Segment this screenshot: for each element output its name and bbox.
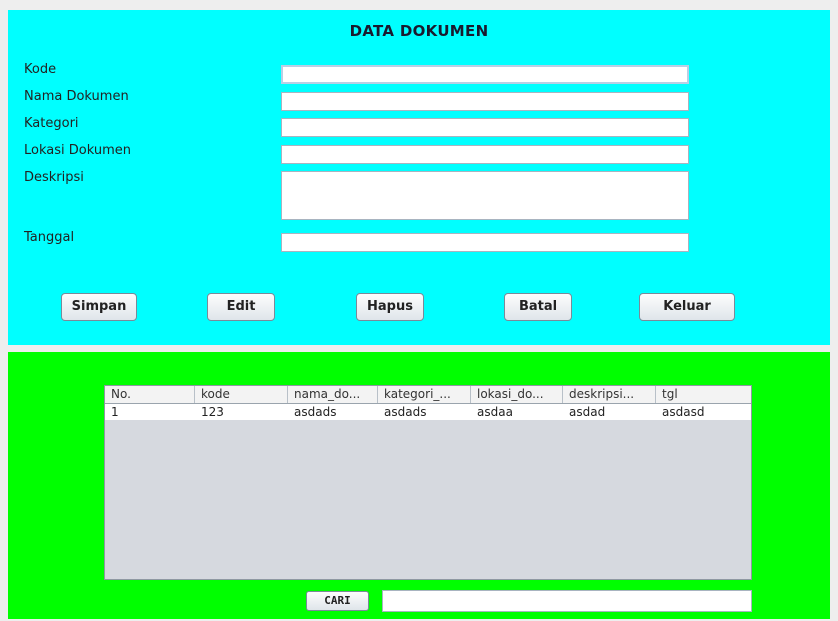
- column-header-kategori[interactable]: kategori_...: [378, 386, 471, 403]
- batal-button[interactable]: Batal: [504, 293, 572, 321]
- table-cell-no: 1: [111, 405, 119, 419]
- kategori-field[interactable]: [281, 118, 689, 137]
- edit-button[interactable]: Edit: [207, 293, 275, 321]
- kategori-label: Kategori: [24, 116, 79, 131]
- table-cell-nama-dokumen: asdads: [294, 405, 337, 419]
- simpan-button[interactable]: Simpan: [61, 293, 137, 321]
- table-cell-kode: 123: [201, 405, 224, 419]
- form-panel: DATA DOKUMEN Kode Nama Dokumen Kategori …: [8, 10, 830, 345]
- table-cell-lokasi-dokumen: asdaa: [477, 405, 513, 419]
- data-table[interactable]: No. kode nama_do... kategori_... lokasi_…: [104, 385, 752, 580]
- kode-field[interactable]: [281, 65, 689, 84]
- cari-button[interactable]: CARI: [306, 591, 369, 611]
- table-cell-deskripsi: asdad: [569, 405, 606, 419]
- nama-dokumen-field[interactable]: [281, 92, 689, 111]
- column-header-nama-dokumen[interactable]: nama_do...: [288, 386, 378, 403]
- table-header: No. kode nama_do... kategori_... lokasi_…: [105, 386, 751, 404]
- tanggal-label: Tanggal: [24, 230, 75, 245]
- keluar-button[interactable]: Keluar: [639, 293, 735, 321]
- column-header-tgl[interactable]: tgl: [656, 386, 751, 403]
- table-row[interactable]: 1 123 asdads asdads asdaa asdad asdasd: [105, 404, 751, 420]
- nama-dokumen-label: Nama Dokumen: [24, 89, 129, 104]
- deskripsi-field[interactable]: [281, 171, 689, 220]
- lokasi-dokumen-field[interactable]: [281, 145, 689, 164]
- lokasi-dokumen-label: Lokasi Dokumen: [24, 143, 131, 158]
- kode-label: Kode: [24, 62, 57, 77]
- search-input[interactable]: [382, 590, 752, 612]
- column-header-kode[interactable]: kode: [195, 386, 288, 403]
- column-header-deskripsi[interactable]: deskripsi...: [563, 386, 656, 403]
- data-panel: No. kode nama_do... kategori_... lokasi_…: [8, 352, 830, 619]
- tanggal-field[interactable]: [281, 233, 689, 252]
- table-cell-kategori: asdads: [384, 405, 427, 419]
- page-title: DATA DOKUMEN: [349, 22, 489, 40]
- table-cell-tgl: asdasd: [662, 405, 705, 419]
- column-header-lokasi-dokumen[interactable]: lokasi_do...: [471, 386, 563, 403]
- column-header-no[interactable]: No.: [105, 386, 195, 403]
- deskripsi-label: Deskripsi: [24, 170, 84, 185]
- hapus-button[interactable]: Hapus: [356, 293, 424, 321]
